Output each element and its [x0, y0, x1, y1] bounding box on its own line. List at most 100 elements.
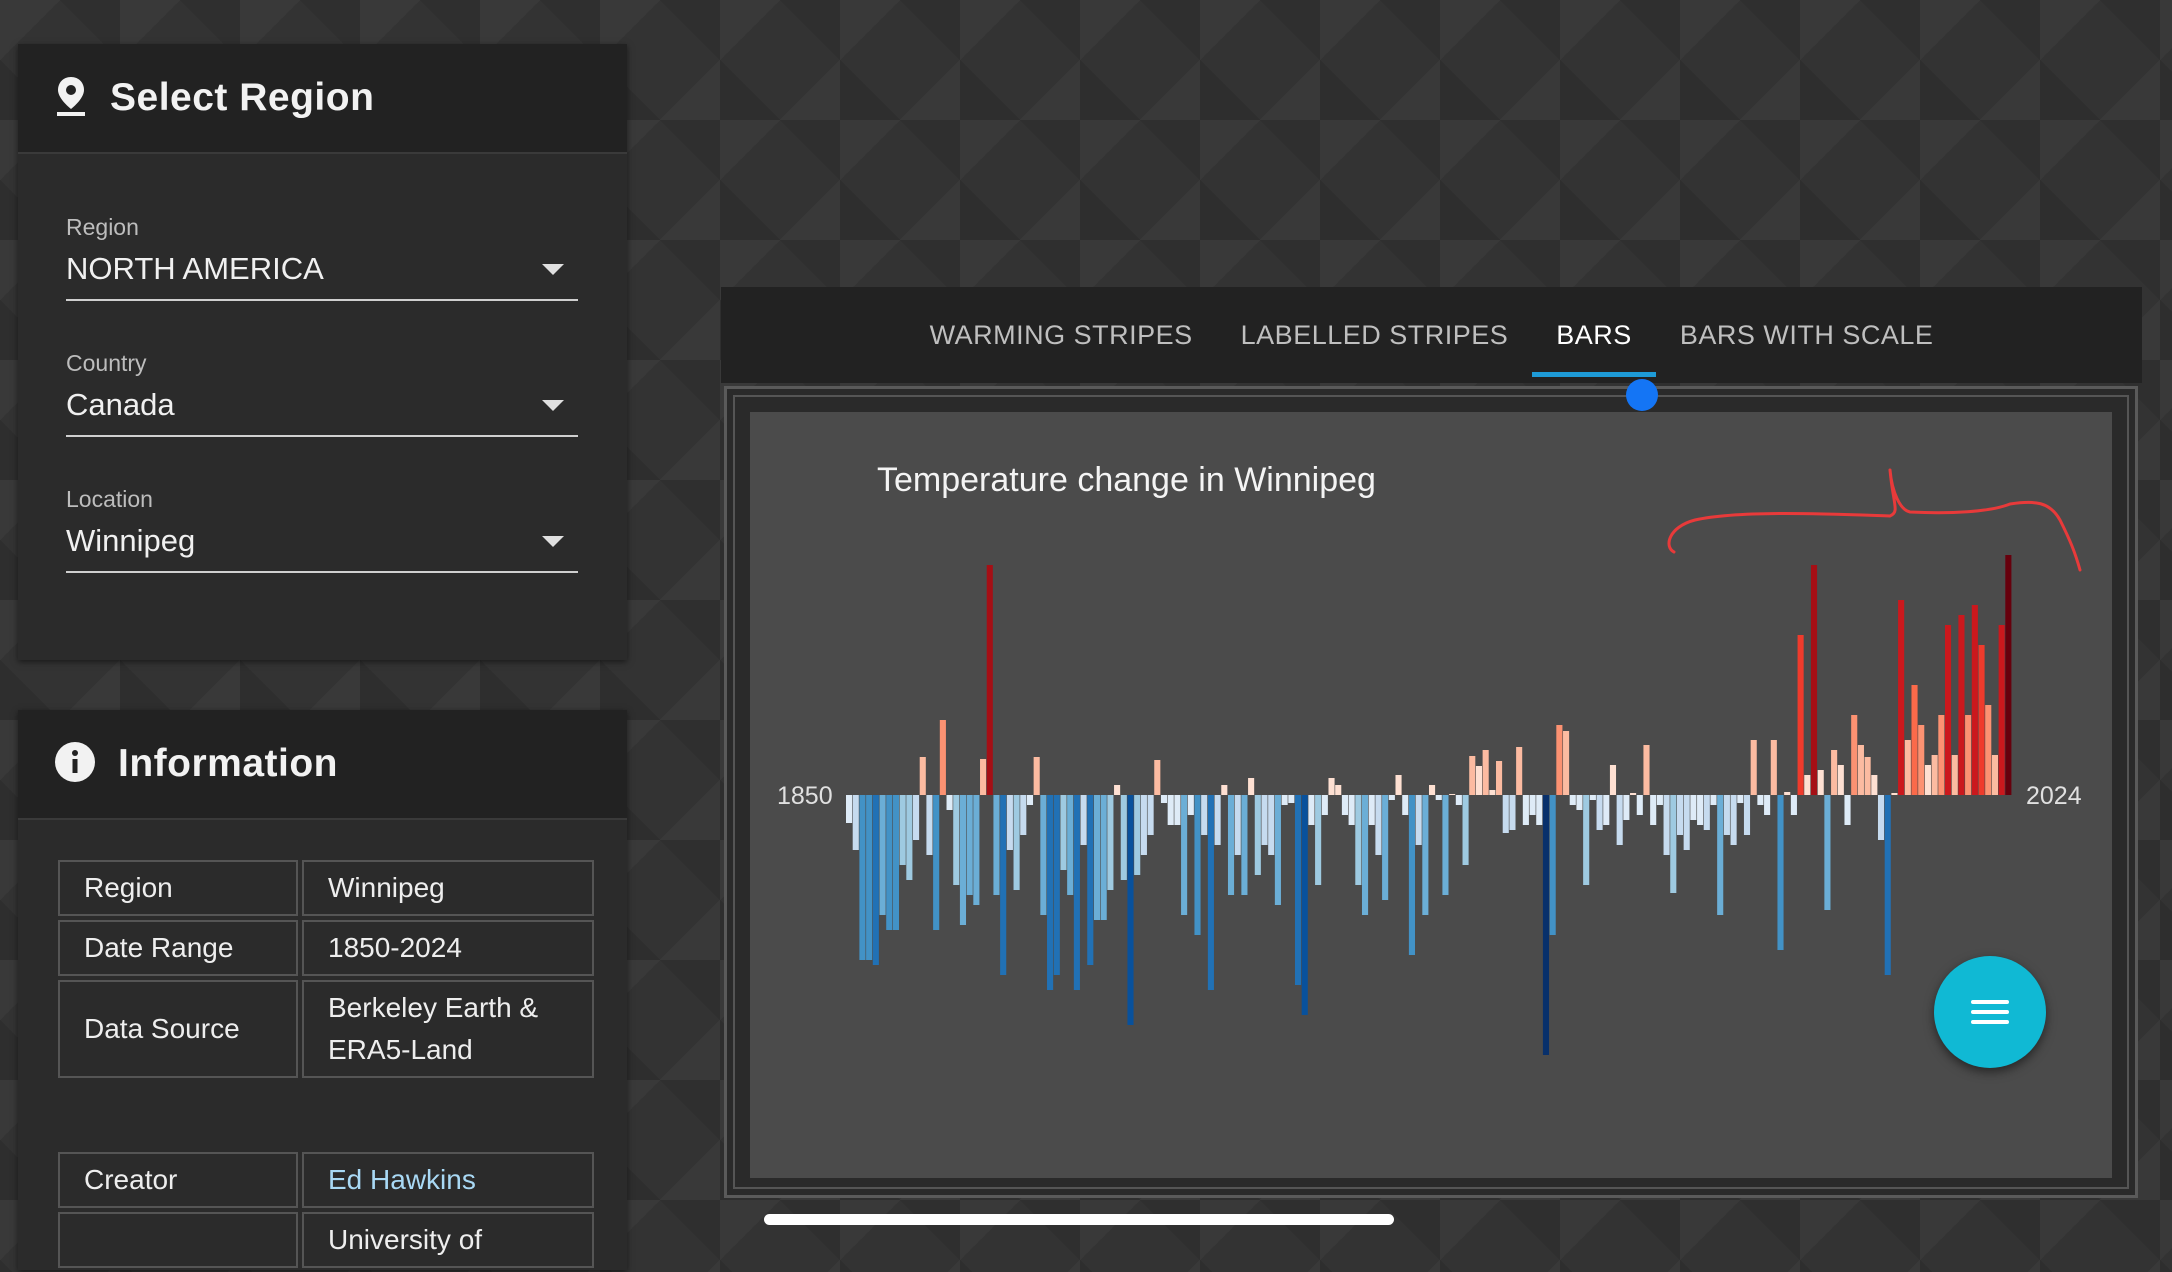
bar-1901	[1187, 795, 1194, 815]
bar-1958	[1569, 795, 1576, 805]
data-source-line-1: Berkeley Earth &	[328, 992, 539, 1023]
bar-1880	[1047, 795, 1054, 990]
bar-1942	[1462, 795, 1469, 865]
bar-1979	[1710, 795, 1717, 805]
bar-1888	[1100, 795, 1107, 920]
bar-1869	[973, 795, 980, 905]
bar-1935	[1415, 795, 1422, 845]
bar-1966	[1623, 795, 1630, 820]
bar-1859	[906, 795, 913, 880]
bar-1851	[852, 795, 859, 850]
table-row: Data Source Berkeley Earth & ERA5-Land	[58, 980, 594, 1078]
bar-2023	[2005, 555, 2012, 795]
tab-labelled-stripes[interactable]: LABELLED STRIPES	[1217, 287, 1533, 383]
bar-1854	[872, 795, 879, 965]
dropdown-arrow-icon[interactable]	[542, 399, 564, 411]
bar-1872	[993, 795, 1000, 895]
bar-2015	[1951, 755, 1958, 795]
bar-1916	[1288, 795, 1295, 803]
creator-link[interactable]: Ed Hawkins	[302, 1152, 594, 1208]
bar-1976	[1690, 795, 1697, 820]
start-year-label: 1850	[777, 782, 833, 810]
info-value: Winnipeg	[302, 860, 594, 916]
info-value: 1850-2024	[302, 920, 594, 976]
bar-1947	[1496, 761, 1503, 795]
bar-1974	[1676, 795, 1684, 835]
bar-1905	[1214, 795, 1221, 845]
bar-2012	[1931, 755, 1938, 795]
bar-1906	[1221, 785, 1228, 795]
country-select[interactable]: Country Canada	[66, 350, 578, 437]
data-source-line-2: ERA5-Land	[328, 1034, 473, 1065]
bar-1915	[1281, 795, 1288, 805]
dropdown-arrow-icon[interactable]	[542, 263, 564, 275]
bar-1994	[1810, 565, 1818, 795]
bar-1959	[1576, 795, 1583, 810]
bar-1852	[859, 795, 866, 960]
location-pin-icon	[54, 75, 88, 122]
bar-1928	[1368, 795, 1375, 825]
bar-1917	[1294, 795, 1302, 985]
hamburger-menu-icon	[1971, 1000, 2009, 1004]
bar-1896	[1154, 760, 1161, 795]
bar-1931	[1388, 795, 1395, 800]
location-select[interactable]: Location Winnipeg	[66, 486, 578, 573]
bar-1910	[1248, 778, 1255, 795]
bar-1984	[1743, 795, 1751, 835]
bar-1998	[1837, 765, 1844, 795]
bar-1978	[1703, 795, 1710, 830]
info-key: Data Source	[58, 980, 298, 1078]
bar-1936	[1422, 795, 1429, 915]
bar-1927	[1361, 795, 1369, 915]
region-select[interactable]: Region NORTH AMERICA	[66, 214, 578, 301]
bar-1926	[1355, 795, 1362, 885]
bar-1986	[1757, 795, 1764, 805]
bar-1933	[1402, 795, 1409, 815]
tab-indicator-handle[interactable]	[1626, 379, 1658, 411]
tab-warming-stripes[interactable]: WARMING STRIPES	[906, 287, 1217, 383]
bar-1898	[1167, 795, 1174, 825]
bar-2002	[1864, 757, 1871, 795]
bar-1977	[1697, 795, 1704, 825]
bar-1886	[1087, 795, 1094, 965]
bar-1857	[892, 795, 900, 930]
bar-2018	[1971, 605, 1978, 795]
bar-1922	[1328, 778, 1335, 795]
menu-fab-button[interactable]	[1934, 956, 2046, 1068]
bar-1864	[939, 720, 946, 795]
bar-1949	[1509, 795, 1516, 830]
tab-bars[interactable]: BARS	[1532, 287, 1656, 383]
horizontal-scrollbar[interactable]	[764, 1214, 1394, 1225]
bar-1961	[1589, 795, 1596, 800]
info-key: Region	[58, 860, 298, 916]
bar-1987	[1764, 795, 1771, 815]
dropdown-arrow-icon[interactable]	[542, 535, 564, 547]
table-row: Date Range 1850-2024	[58, 920, 594, 976]
region-select-value: NORTH AMERICA	[66, 251, 324, 286]
bar-1980	[1717, 795, 1724, 915]
bar-1943	[1469, 756, 1476, 795]
bar-2011	[1924, 765, 1931, 795]
bar-1962	[1596, 795, 1603, 830]
bar-1892	[1127, 795, 1134, 1025]
creator-link-text[interactable]: Ed Hawkins	[328, 1164, 476, 1195]
bar-1866	[953, 795, 960, 885]
bar-2000	[1851, 715, 1858, 795]
bar-chart: Temperature change in Winnipeg 1850 2024	[750, 412, 2112, 1178]
bar-1956	[1556, 725, 1563, 795]
region-select-label: Region	[66, 214, 139, 240]
bar-1890	[1114, 785, 1121, 795]
bar-1983	[1737, 795, 1744, 803]
bar-1867	[959, 795, 967, 925]
bar-2004	[1877, 795, 1885, 840]
bar-1932	[1395, 775, 1402, 795]
tab-bars-with-scale[interactable]: BARS WITH SCALE	[1656, 287, 1958, 383]
chart-title: Temperature change in Winnipeg	[877, 461, 1376, 499]
bar-1970	[1650, 795, 1657, 825]
table-row: University of	[58, 1212, 594, 1268]
bar-2003	[1871, 775, 1878, 795]
bar-2009	[1911, 685, 1918, 795]
information-title: Information	[118, 742, 338, 785]
bar-1850	[846, 795, 853, 823]
country-select-value: Canada	[66, 387, 175, 422]
